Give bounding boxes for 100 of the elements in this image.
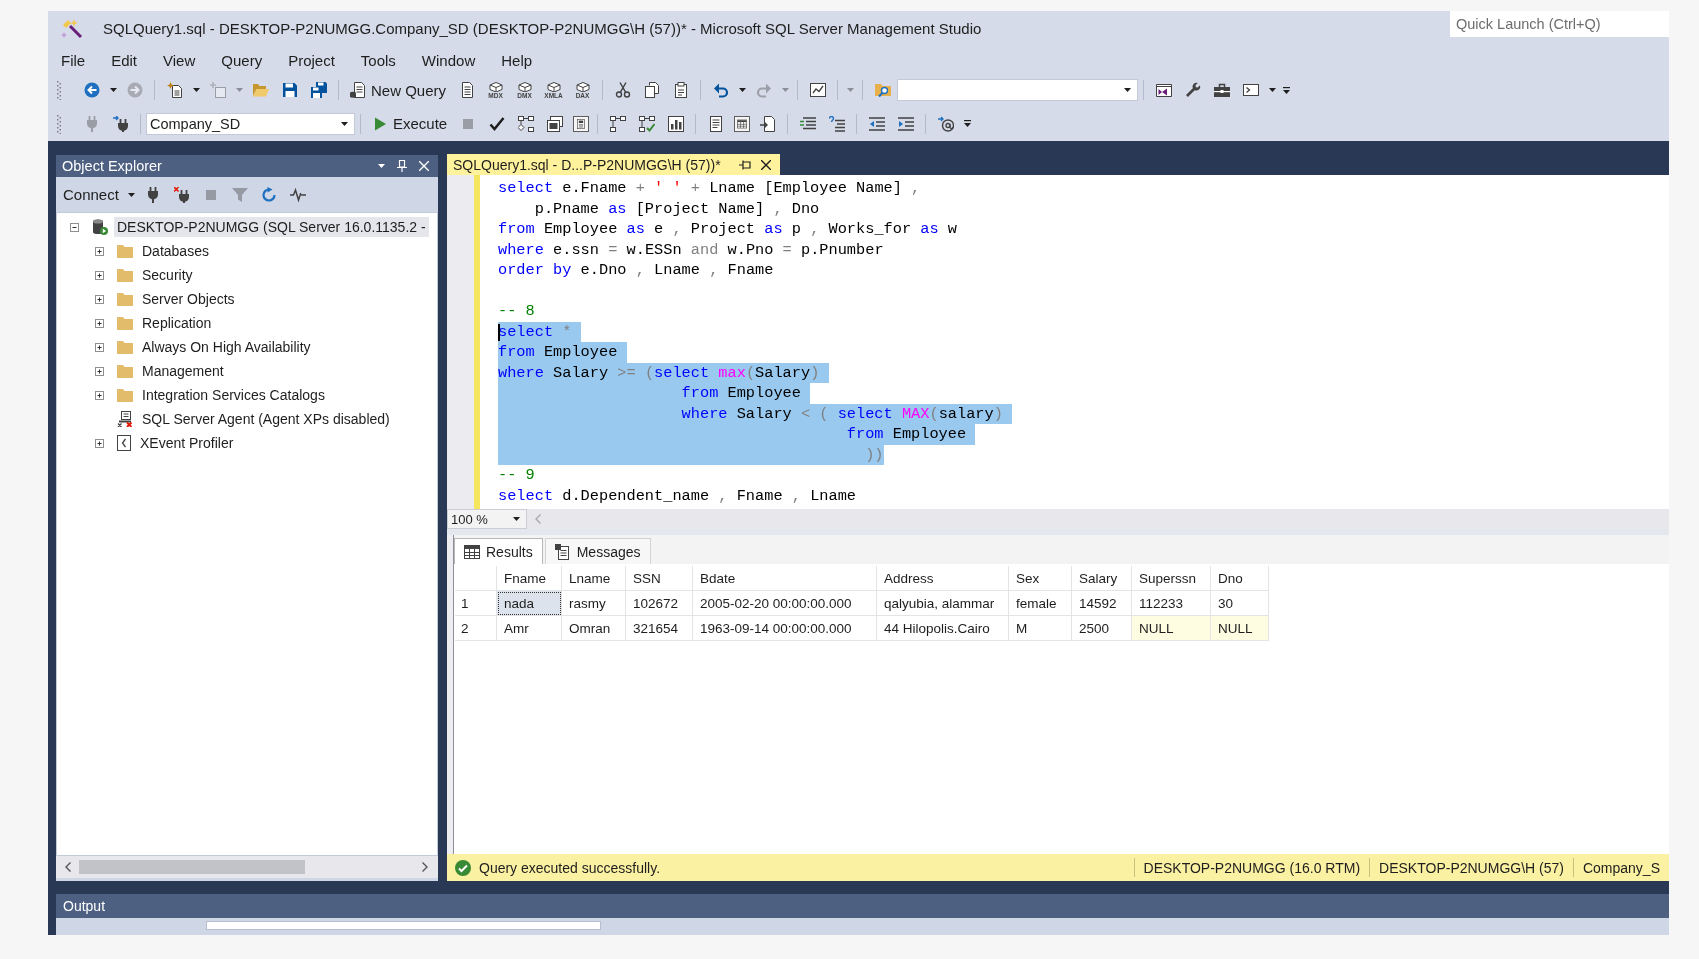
plus-box-icon[interactable] <box>95 438 104 448</box>
close-icon[interactable] <box>760 159 771 170</box>
tree-item[interactable]: Management <box>139 361 227 381</box>
bar-chart-icon[interactable] <box>667 115 684 132</box>
menu-item[interactable]: Help <box>488 49 546 71</box>
uncomment-lines-icon[interactable] <box>828 115 845 132</box>
caret-icon[interactable] <box>378 164 385 168</box>
indent-icon[interactable] <box>897 115 914 132</box>
flow-check-icon[interactable] <box>638 115 655 132</box>
caret-icon[interactable] <box>109 88 117 92</box>
pulse-icon[interactable] <box>290 186 307 203</box>
wrench-icon[interactable] <box>1184 82 1201 98</box>
tree-item[interactable]: Replication <box>139 313 215 333</box>
comment-lines-icon[interactable] <box>799 115 816 132</box>
column-header[interactable]: Dno <box>1211 566 1269 591</box>
tree-item[interactable]: SQL Server Agent (Agent XPs disabled) <box>139 409 393 429</box>
plus-box-icon[interactable] <box>95 246 104 256</box>
column-header[interactable]: Superssn <box>1132 566 1211 591</box>
plus-box-icon[interactable] <box>95 390 104 400</box>
menu-item[interactable]: Tools <box>347 49 409 71</box>
flow-diagram-icon[interactable] <box>609 115 626 132</box>
minus-box-icon[interactable] <box>70 222 79 232</box>
menu-item[interactable]: View <box>150 49 209 71</box>
pane-tab[interactable]: Results <box>454 538 543 564</box>
column-header[interactable]: Address <box>877 566 1009 591</box>
new-project-icon[interactable] <box>166 82 183 98</box>
terminal-icon[interactable] <box>1242 82 1259 98</box>
copy-icon[interactable] <box>643 82 660 98</box>
tree-item[interactable]: Databases <box>139 241 212 261</box>
save-all-icon[interactable] <box>310 82 327 98</box>
menu-item[interactable]: Edit <box>98 49 151 71</box>
column-header[interactable]: Lname <box>562 566 626 591</box>
clipboard-icon[interactable] <box>672 82 689 98</box>
file-arrow-icon[interactable] <box>759 115 776 132</box>
tree-item[interactable]: Security <box>139 265 196 285</box>
caret-icon[interactable] <box>738 88 746 92</box>
grip-icon[interactable] <box>57 80 61 100</box>
toolbox-icon[interactable] <box>1213 82 1230 98</box>
refresh-icon[interactable] <box>261 186 278 203</box>
at-sign-icon[interactable] <box>937 115 954 132</box>
column-header[interactable]: Salary <box>1072 566 1132 591</box>
chart-window-icon[interactable] <box>809 82 826 98</box>
folder-icon <box>117 268 133 282</box>
menu-item[interactable]: File <box>48 49 99 71</box>
column-header[interactable]: SSN <box>626 566 693 591</box>
menu-item[interactable]: Project <box>275 49 348 71</box>
document-tab[interactable]: SQLQuery1.sql - D...P-P2NUMGG\H (57))* <box>447 154 780 175</box>
document-panel-icon[interactable] <box>572 115 589 132</box>
tree-item[interactable]: Integration Services Catalogs <box>139 385 328 405</box>
plug-swap-icon[interactable] <box>112 115 129 132</box>
database-select[interactable]: Company_SD <box>146 112 355 135</box>
tree-item[interactable]: Always On High Availability <box>139 337 314 357</box>
menu-item[interactable]: Window <box>408 49 489 71</box>
folder-icon <box>117 292 133 306</box>
solution-window-icon[interactable] <box>1155 82 1172 98</box>
text-lines-icon[interactable] <box>707 115 724 132</box>
new-query-button[interactable]: New Query <box>346 78 451 102</box>
overflow-icon[interactable] <box>1282 86 1290 94</box>
back-icon[interactable] <box>83 82 100 98</box>
scissors-icon[interactable] <box>614 82 631 98</box>
column-header[interactable]: Sex <box>1009 566 1072 591</box>
quick-launch-field[interactable]: Quick Launch (Ctrl+Q) <box>1450 11 1669 37</box>
code-line: -- 8 <box>498 301 535 322</box>
caret-icon[interactable] <box>192 88 200 92</box>
menu-item[interactable]: Query <box>208 49 276 71</box>
plus-box-icon[interactable] <box>95 342 104 352</box>
pin-icon[interactable] <box>738 159 751 170</box>
scroll-right-icon[interactable] <box>422 862 428 872</box>
plus-box-icon[interactable] <box>95 318 104 328</box>
plus-box-icon[interactable] <box>95 294 104 304</box>
output-source-field[interactable] <box>206 921 601 930</box>
plus-box-icon[interactable] <box>95 270 104 280</box>
scrollbar-thumb[interactable] <box>79 860 305 874</box>
window-stack-icon[interactable] <box>546 115 563 132</box>
tree-item[interactable]: DESKTOP-P2NUMGG (SQL Server 16.0.1135.2 - <box>114 217 429 237</box>
checkmark-icon[interactable] <box>488 115 505 132</box>
diagram-icon[interactable] <box>517 115 534 132</box>
code-line: order by e.Dno , Lname , Fname <box>498 260 774 281</box>
grid-icon[interactable] <box>733 115 750 132</box>
caret-icon[interactable] <box>1268 88 1276 92</box>
caret-icon[interactable] <box>128 192 136 197</box>
tree-item[interactable]: Server Objects <box>139 289 238 309</box>
grip-icon[interactable] <box>57 113 61 134</box>
undo-icon[interactable] <box>712 82 729 98</box>
play-icon <box>372 115 388 132</box>
execute-button[interactable]: Execute <box>368 111 452 136</box>
scroll-left-icon[interactable] <box>65 862 71 872</box>
overflow-icon[interactable] <box>963 120 971 127</box>
connect-button[interactable]: Connect <box>59 182 123 207</box>
zoom-select[interactable]: 100 % <box>447 509 527 529</box>
folder-icon <box>117 340 133 354</box>
outdent-icon[interactable] <box>868 115 885 132</box>
plug-remove-icon[interactable] <box>174 186 191 203</box>
column-header[interactable]: Bdate <box>693 566 877 591</box>
plus-box-icon[interactable] <box>95 366 104 376</box>
save-icon[interactable] <box>281 82 298 98</box>
tree-item[interactable]: XEvent Profiler <box>137 433 237 453</box>
folder-search-icon[interactable] <box>874 82 891 98</box>
pane-tab[interactable]: Messages <box>544 538 651 564</box>
combo-field[interactable] <box>897 79 1139 101</box>
